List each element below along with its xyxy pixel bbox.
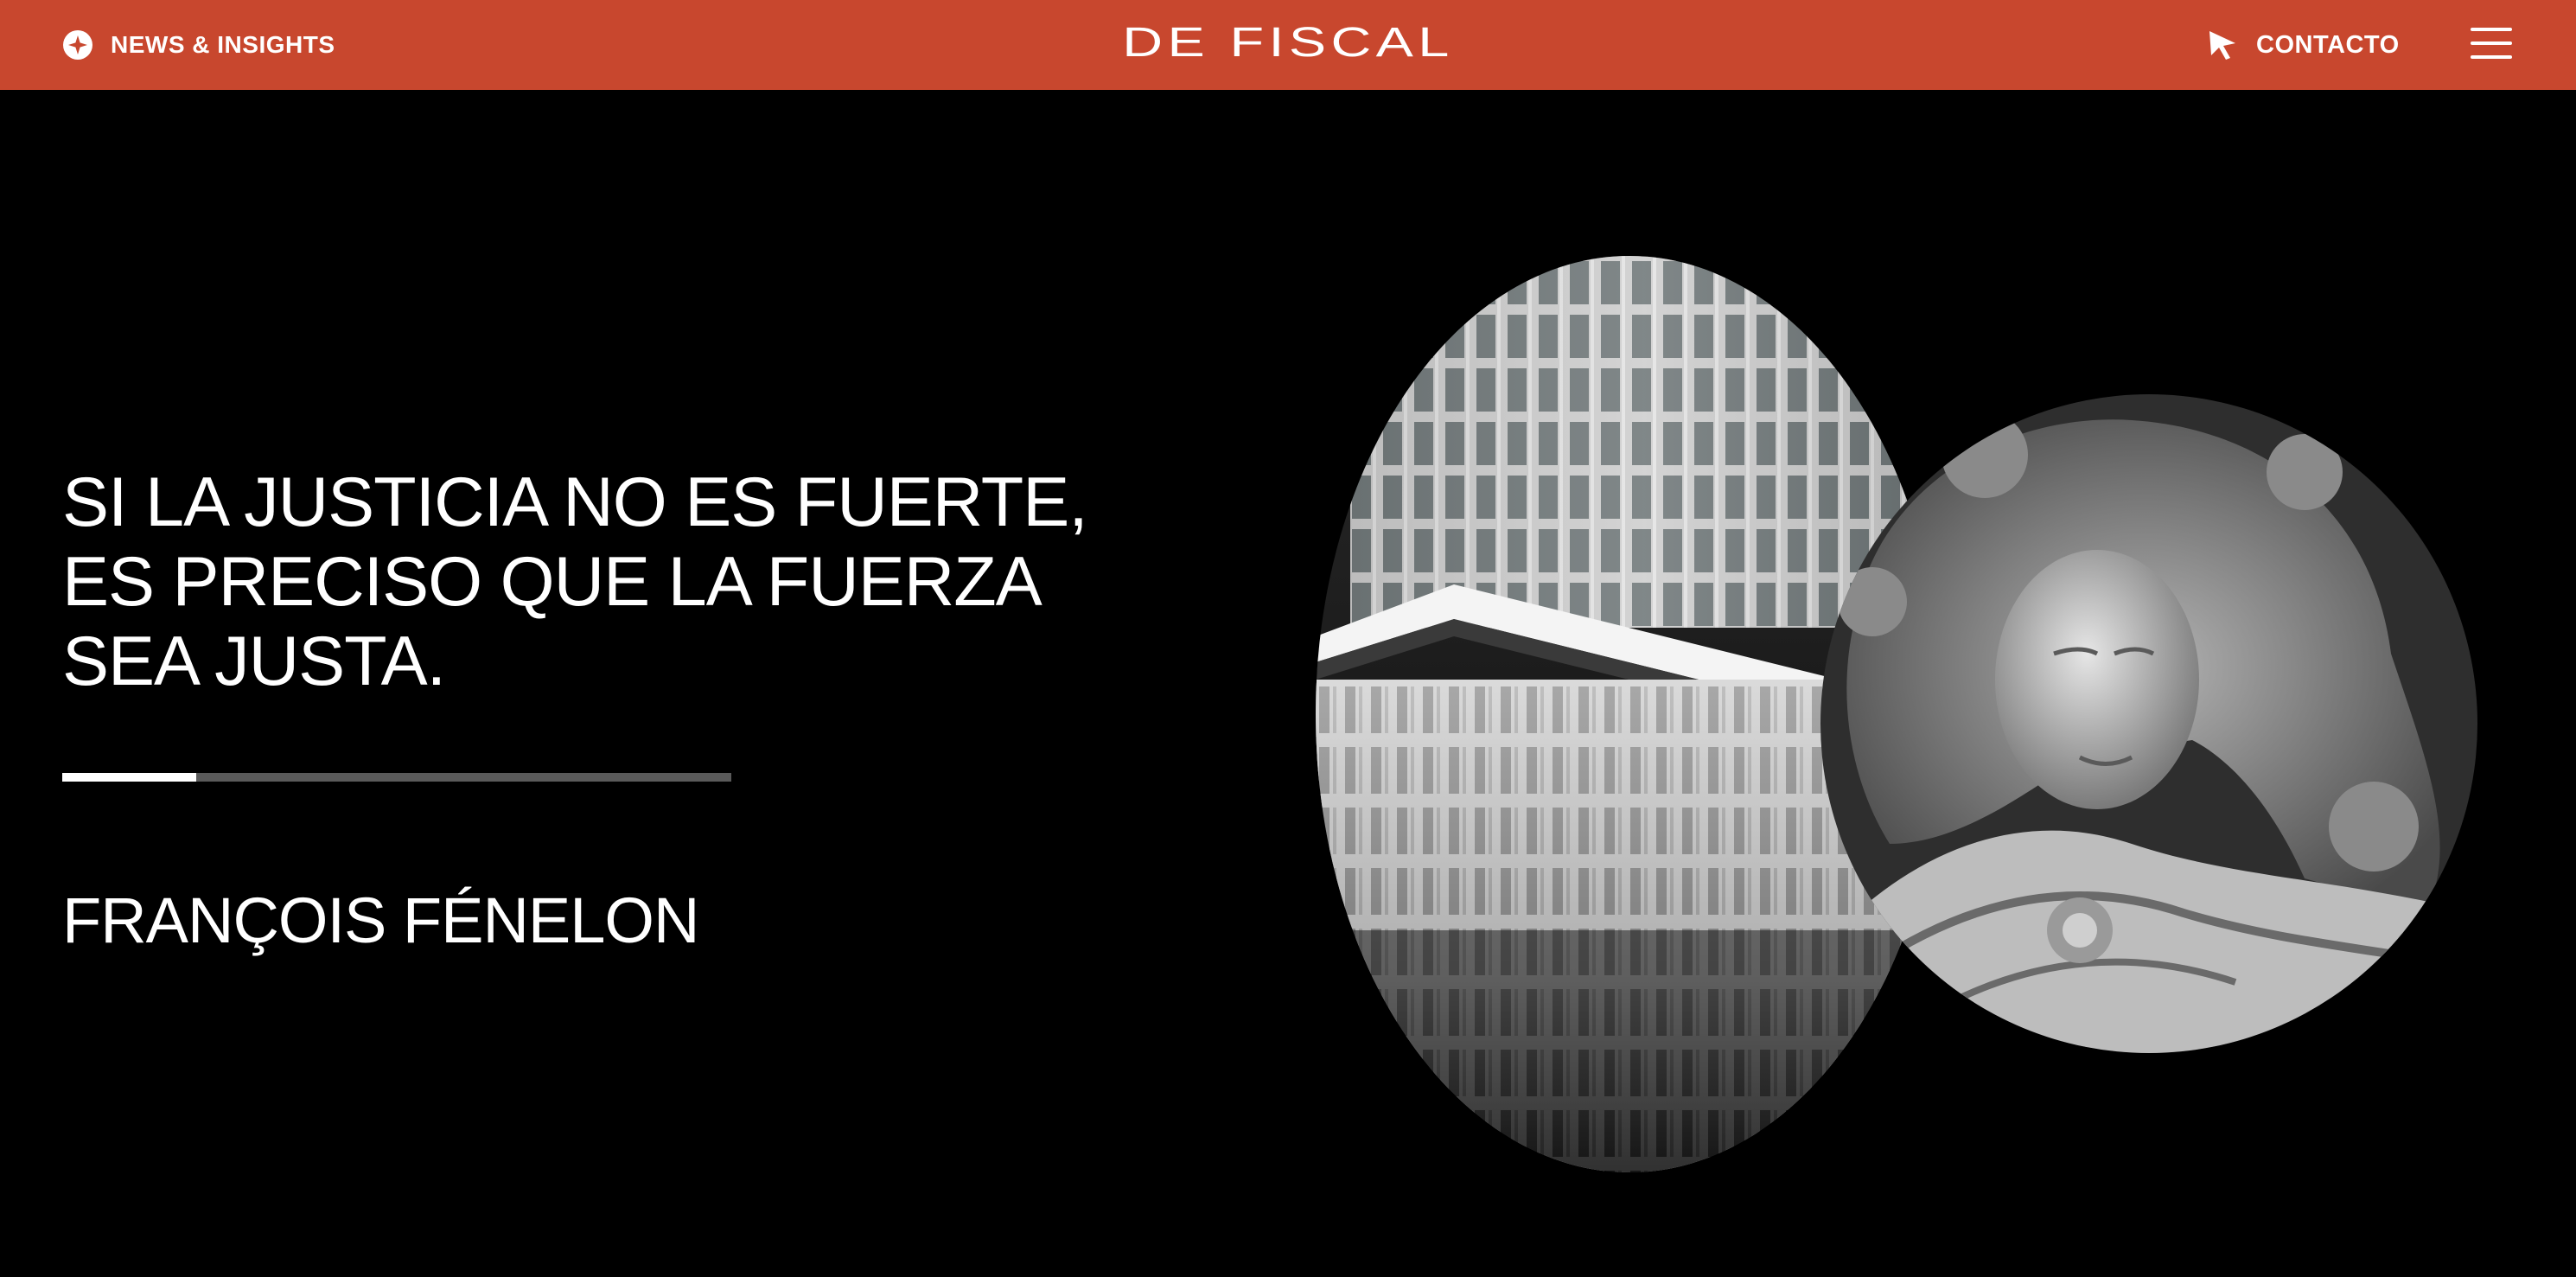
quote-line: SEA JUSTA.	[62, 623, 446, 700]
slide-progress-bar	[62, 773, 731, 782]
site-logo[interactable]: DE FISCAL	[0, 19, 2576, 67]
contact-label: CONTACTO	[2256, 30, 2400, 59]
quote-line: SI LA JUSTICIA NO ES FUERTE,	[62, 463, 1088, 541]
hamburger-menu-icon[interactable]	[2471, 26, 2512, 61]
statue-image	[1820, 394, 2477, 1053]
top-navigation-bar: NEWS & INSIGHTS DE FISCAL CONTACTO	[0, 0, 2576, 90]
slide-progress-fill	[62, 773, 196, 782]
contact-link[interactable]: CONTACTO	[2204, 26, 2400, 64]
cursor-arrow-icon	[2204, 28, 2239, 62]
quote-author: FRANÇOIS FÉNELON	[62, 884, 699, 956]
hero-quote: SI LA JUSTICIA NO ES FUERTE, ES PRECISO …	[62, 463, 1186, 701]
quote-line: ES PRECISO QUE LA FUERZA	[62, 543, 1043, 621]
